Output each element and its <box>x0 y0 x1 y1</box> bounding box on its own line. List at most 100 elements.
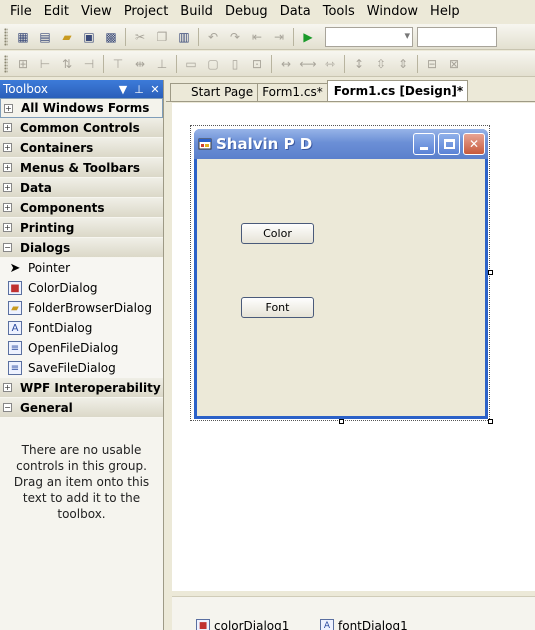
center-horizontally-icon[interactable]: ⊟ <box>422 54 442 74</box>
increase-vertical-spacing-icon[interactable]: ⇳ <box>371 54 391 74</box>
center-vertically-icon[interactable]: ⊠ <box>444 54 464 74</box>
toolbar-grip[interactable] <box>4 54 8 73</box>
menu-edit[interactable]: Edit <box>38 0 75 24</box>
item-label: FolderBrowserDialog <box>28 301 152 315</box>
toolbox-item-savefiledialog[interactable]: ≡ SaveFileDialog <box>0 358 163 378</box>
category-dialogs[interactable]: − Dialogs <box>0 238 163 258</box>
category-menus-toolbars[interactable]: + Menus & Toolbars <box>0 158 163 178</box>
toolbox-item-fontdialog[interactable]: A FontDialog <box>0 318 163 338</box>
align-lefts-icon[interactable]: ⊢ <box>35 54 55 74</box>
cut-icon[interactable]: ✂ <box>130 27 150 47</box>
start-debugging-icon[interactable]: ▶ <box>298 27 318 47</box>
copy-icon[interactable]: ❐ <box>152 27 172 47</box>
save-icon[interactable]: ▣ <box>79 27 99 47</box>
form-selection-frame[interactable]: Shalvin P D ✕ Color Font <box>190 125 493 424</box>
empty-group-message[interactable]: There are no usable controls in this gro… <box>0 418 163 546</box>
menu-view[interactable]: View <box>75 0 118 24</box>
menu-window[interactable]: Window <box>361 0 424 24</box>
menu-tools[interactable]: Tools <box>317 0 361 24</box>
resize-handle-bottom-right[interactable] <box>488 419 493 424</box>
size-to-grid-icon[interactable]: ▢ <box>203 54 223 74</box>
resize-handle-right[interactable] <box>488 270 493 275</box>
expand-plus-icon[interactable]: + <box>3 123 12 132</box>
font-dialog-icon: A <box>8 321 22 335</box>
category-all-windows-forms[interactable]: + All Windows Forms <box>0 98 163 118</box>
save-all-icon[interactable]: ▩ <box>101 27 121 47</box>
expand-plus-icon[interactable]: + <box>3 143 12 152</box>
paste-icon[interactable]: ▥ <box>174 27 194 47</box>
decrease-horizontal-spacing-icon[interactable]: ⇿ <box>320 54 340 74</box>
toolbox-item-colordialog[interactable]: ■ ColorDialog <box>0 278 163 298</box>
tab-form1-code[interactable]: Form1.cs* <box>257 83 328 101</box>
toolbox-item-openfiledialog[interactable]: ≡ OpenFileDialog <box>0 338 163 358</box>
tray-item-colordialog1[interactable]: ■ colorDialog1 <box>196 619 289 630</box>
menu-help[interactable]: Help <box>424 0 466 24</box>
category-general[interactable]: − General <box>0 398 163 418</box>
design-surface[interactable]: Shalvin P D ✕ Color Font <box>172 103 535 591</box>
close-icon[interactable]: ✕ <box>463 133 485 155</box>
solution-configuration-combo[interactable] <box>325 26 413 47</box>
menu-build[interactable]: Build <box>174 0 219 24</box>
decrease-vertical-spacing-icon[interactable]: ⇕ <box>393 54 413 74</box>
collapse-minus-icon[interactable]: − <box>3 243 12 252</box>
category-printing[interactable]: + Printing <box>0 218 163 238</box>
menu-debug[interactable]: Debug <box>219 0 274 24</box>
add-item-icon[interactable]: ▤ <box>35 27 55 47</box>
toolbar-separator <box>198 27 199 46</box>
navigate-back-icon[interactable]: ⇤ <box>247 27 267 47</box>
form-title-bar[interactable]: Shalvin P D ✕ <box>194 129 488 159</box>
category-label: General <box>20 400 73 415</box>
category-wpf-interoperability[interactable]: + WPF Interoperability <box>0 378 163 398</box>
align-centers-icon[interactable]: ⇅ <box>57 54 77 74</box>
toolbox-item-pointer[interactable]: ➤ Pointer <box>0 258 163 278</box>
font-dialog-icon: A <box>320 619 334 630</box>
redo-icon[interactable]: ↷ <box>225 27 245 47</box>
menu-project[interactable]: Project <box>118 0 174 24</box>
minimize-icon[interactable] <box>413 133 435 155</box>
category-label: Menus & Toolbars <box>20 160 141 175</box>
maximize-icon[interactable] <box>438 133 460 155</box>
make-same-width-icon[interactable]: ▭ <box>181 54 201 74</box>
toolbox-item-folderbrowserdialog[interactable]: ▰ FolderBrowserDialog <box>0 298 163 318</box>
form1-window[interactable]: Shalvin P D ✕ Color Font <box>194 129 488 419</box>
make-same-height-icon[interactable]: ▯ <box>225 54 245 74</box>
close-icon[interactable]: ✕ <box>147 83 163 96</box>
expand-plus-icon[interactable]: + <box>3 163 12 172</box>
resize-handle-bottom[interactable] <box>339 419 344 424</box>
collapse-minus-icon[interactable]: − <box>3 403 12 412</box>
toolbar-grip[interactable] <box>4 27 8 46</box>
menu-file[interactable]: File <box>4 0 38 24</box>
align-bottoms-icon[interactable]: ⊥ <box>152 54 172 74</box>
color-button[interactable]: Color <box>241 223 314 244</box>
tab-start-page[interactable]: Start Page <box>170 83 259 101</box>
expand-plus-icon[interactable]: + <box>4 103 13 113</box>
menu-data[interactable]: Data <box>274 0 317 24</box>
vertical-spacing-equal-icon[interactable]: ↕ <box>349 54 369 74</box>
category-data[interactable]: + Data <box>0 178 163 198</box>
align-tops-icon[interactable]: ⊤ <box>108 54 128 74</box>
align-middles-icon[interactable]: ⇹ <box>130 54 150 74</box>
open-folder-icon[interactable]: ▰ <box>57 27 77 47</box>
align-rights-icon[interactable]: ⊣ <box>79 54 99 74</box>
category-label: Containers <box>20 140 94 155</box>
tab-form1-design[interactable]: Form1.cs [Design]* <box>326 80 469 101</box>
undo-icon[interactable]: ↶ <box>203 27 223 47</box>
increase-horizontal-spacing-icon[interactable]: ⟷ <box>298 54 318 74</box>
expand-plus-icon[interactable]: + <box>3 203 12 212</box>
pin-icon[interactable]: ⊥ <box>131 83 147 96</box>
font-button[interactable]: Font <box>241 297 314 318</box>
align-to-grid-icon[interactable]: ⊞ <box>13 54 33 74</box>
category-common-controls[interactable]: + Common Controls <box>0 118 163 138</box>
category-components[interactable]: + Components <box>0 198 163 218</box>
new-project-icon[interactable]: ▦ <box>13 27 33 47</box>
find-combo[interactable] <box>417 26 497 47</box>
expand-plus-icon[interactable]: + <box>3 383 12 392</box>
category-containers[interactable]: + Containers <box>0 138 163 158</box>
horizontal-spacing-equal-icon[interactable]: ↔ <box>276 54 296 74</box>
tray-item-fontdialog1[interactable]: A fontDialog1 <box>320 619 408 630</box>
navigate-forward-icon[interactable]: ⇥ <box>269 27 289 47</box>
expand-plus-icon[interactable]: + <box>3 223 12 232</box>
window-position-dropdown-icon[interactable]: ▼ <box>115 83 131 96</box>
expand-plus-icon[interactable]: + <box>3 183 12 192</box>
make-same-size-icon[interactable]: ⊡ <box>247 54 267 74</box>
